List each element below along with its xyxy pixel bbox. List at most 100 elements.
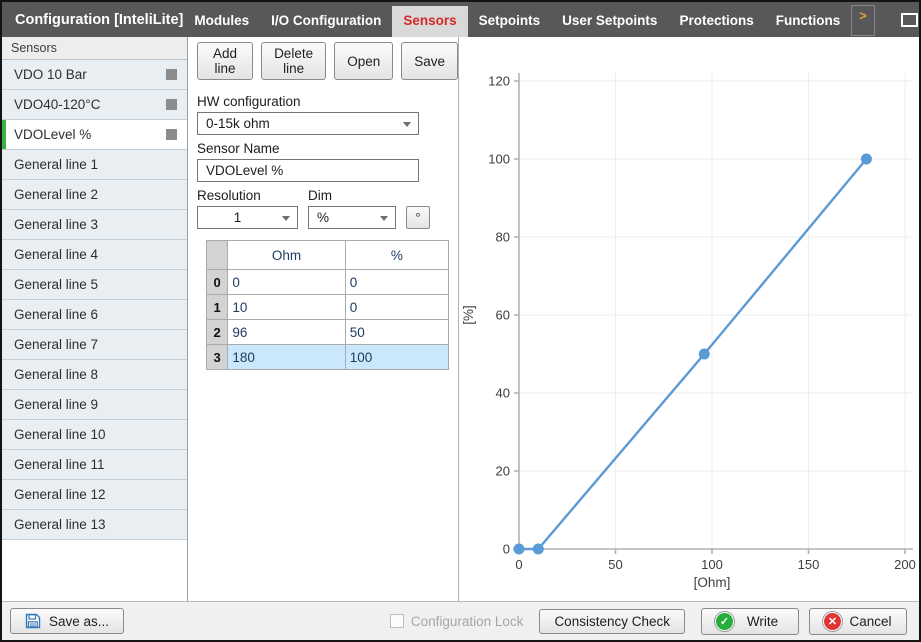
sensor-editor-panel: Add line Delete line Open Save HW config… — [188, 37, 459, 601]
chevron-down-icon — [380, 216, 388, 221]
tab-modules[interactable]: Modules — [183, 6, 260, 37]
svg-text:100: 100 — [701, 557, 723, 572]
sensors-sidebar: Sensors VDO 10 Bar VDO40-120°C VDOLevel … — [2, 37, 188, 601]
window-title: Configuration [InteliLite] — [2, 12, 183, 28]
sensor-curve-chart: 0 20 40 60 80 100 120 0 50 100 150 200 [Ohm] [%] — [459, 37, 919, 601]
delete-line-button[interactable]: Delete line — [261, 42, 326, 80]
svg-text:[Ohm]: [Ohm] — [694, 575, 731, 590]
cancel-x-icon: ✕ — [824, 613, 841, 630]
sidebar-empty-space — [2, 540, 187, 601]
configuration-lock-group: Configuration Lock — [390, 614, 524, 629]
sidebar-item-general-line-11[interactable]: General line 11 — [2, 450, 187, 480]
svg-text:60: 60 — [496, 308, 510, 323]
cell-ohm-2[interactable]: 96 — [228, 320, 345, 345]
svg-text:100: 100 — [488, 152, 510, 167]
column-header-ohm: Ohm — [228, 241, 345, 270]
sidebar-header: Sensors — [2, 37, 187, 60]
sensor-name-input[interactable] — [197, 159, 419, 182]
sensor-points-table: Ohm % 0 0 0 1 10 0 2 96 — [206, 240, 449, 370]
svg-text:120: 120 — [488, 74, 510, 89]
svg-text:[%]: [%] — [461, 305, 476, 325]
sidebar-item-general-line-5[interactable]: General line 5 — [2, 270, 187, 300]
sidebar-item-general-line-3[interactable]: General line 3 — [2, 210, 187, 240]
corner-cell — [207, 241, 228, 270]
open-button[interactable]: Open — [334, 42, 393, 80]
write-button[interactable]: ✓ Write — [701, 608, 799, 635]
main-region: Sensors VDO 10 Bar VDO40-120°C VDOLevel … — [2, 37, 919, 601]
svg-text:0: 0 — [503, 542, 510, 557]
sidebar-item-general-line-8[interactable]: General line 8 — [2, 360, 187, 390]
consistency-check-button[interactable]: Consistency Check — [539, 609, 685, 634]
sidebar-item-vdo40-120c[interactable]: VDO40-120°C — [2, 90, 187, 120]
cell-ohm-0[interactable]: 0 — [228, 270, 345, 295]
sidebar-item-general-line-1[interactable]: General line 1 — [2, 150, 187, 180]
cell-ohm-1[interactable]: 10 — [228, 295, 345, 320]
sidebar-item-general-line-13[interactable]: General line 13 — [2, 510, 187, 540]
maximize-icon[interactable] — [901, 13, 918, 27]
tab-functions[interactable]: Functions — [765, 6, 852, 37]
sidebar-item-general-line-4[interactable]: General line 4 — [2, 240, 187, 270]
sensor-square-icon — [166, 99, 177, 110]
cell-pct-2[interactable]: 50 — [345, 320, 448, 345]
sidebar-item-vdo-10-bar[interactable]: VDO 10 Bar — [2, 60, 187, 90]
chart-svg: 0 20 40 60 80 100 120 0 50 100 150 200 [Ohm] [%] — [459, 37, 920, 601]
add-line-button[interactable]: Add line — [197, 42, 253, 80]
column-header-pct: % — [345, 241, 448, 270]
cancel-button[interactable]: ✕ Cancel — [809, 608, 907, 635]
save-as-button[interactable]: Save as... — [10, 608, 124, 634]
chevron-down-icon — [403, 122, 411, 127]
table-row-selected: 3 180 100 — [207, 345, 449, 370]
table-row: 2 96 50 — [207, 320, 449, 345]
sensor-toolbar: Add line Delete line Open Save — [188, 37, 458, 86]
hw-configuration-label: HW configuration — [197, 94, 449, 109]
sidebar-item-general-line-9[interactable]: General line 9 — [2, 390, 187, 420]
footer-bar: Save as... Configuration Lock Consistenc… — [2, 601, 919, 640]
configuration-lock-label: Configuration Lock — [411, 614, 524, 629]
sensor-square-icon — [166, 69, 177, 80]
svg-text:20: 20 — [496, 464, 510, 479]
sidebar-item-general-line-6[interactable]: General line 6 — [2, 300, 187, 330]
degree-button[interactable]: ° — [406, 206, 430, 229]
tab-overflow-button[interactable]: > — [851, 5, 875, 36]
svg-text:200: 200 — [894, 557, 916, 572]
save-button[interactable]: Save — [401, 42, 458, 80]
hw-configuration-select[interactable]: 0-15k ohm — [197, 112, 419, 135]
write-check-icon: ✓ — [716, 613, 733, 630]
floppy-disk-icon — [25, 613, 41, 629]
svg-text:0: 0 — [515, 557, 522, 572]
sidebar-item-general-line-10[interactable]: General line 10 — [2, 420, 187, 450]
sidebar-item-vdolevel[interactable]: VDOLevel % — [2, 120, 187, 150]
tab-protections[interactable]: Protections — [668, 6, 764, 37]
tab-user-setpoints[interactable]: User Setpoints — [551, 6, 668, 37]
svg-text:50: 50 — [608, 557, 622, 572]
tab-sensors[interactable]: Sensors — [392, 6, 467, 37]
app-window: Configuration [InteliLite] Modules I/O C… — [0, 0, 921, 642]
sensor-form: HW configuration 0-15k ohm Sensor Name R… — [188, 86, 458, 370]
resolution-select[interactable]: 1 — [197, 206, 298, 229]
window-controls: ✕ — [901, 2, 921, 37]
dim-label: Dim — [308, 188, 332, 203]
sidebar-item-general-line-12[interactable]: General line 12 — [2, 480, 187, 510]
title-tab-bar: Configuration [InteliLite] Modules I/O C… — [2, 2, 919, 37]
tab-setpoints[interactable]: Setpoints — [468, 6, 552, 37]
dim-select[interactable]: % — [308, 206, 396, 229]
table-row: 1 10 0 — [207, 295, 449, 320]
configuration-lock-checkbox[interactable] — [390, 614, 404, 628]
cell-pct-0[interactable]: 0 — [345, 270, 448, 295]
tab-io-configuration[interactable]: I/O Configuration — [260, 6, 392, 37]
table-header-row: Ohm % — [207, 241, 449, 270]
main-tabs: Modules I/O Configuration Sensors Setpoi… — [183, 2, 874, 37]
cell-ohm-3[interactable]: 180 — [228, 345, 345, 370]
svg-text:80: 80 — [496, 230, 510, 245]
cell-pct-3[interactable]: 100 — [345, 345, 448, 370]
sidebar-item-general-line-7[interactable]: General line 7 — [2, 330, 187, 360]
svg-text:40: 40 — [496, 386, 510, 401]
cell-pct-1[interactable]: 0 — [345, 295, 448, 320]
sidebar-item-general-line-2[interactable]: General line 2 — [2, 180, 187, 210]
resolution-label: Resolution — [197, 188, 308, 203]
svg-text:150: 150 — [798, 557, 820, 572]
table-row: 0 0 0 — [207, 270, 449, 295]
sensor-name-label: Sensor Name — [197, 141, 449, 156]
chevron-down-icon — [282, 216, 290, 221]
sensor-square-icon — [166, 129, 177, 140]
